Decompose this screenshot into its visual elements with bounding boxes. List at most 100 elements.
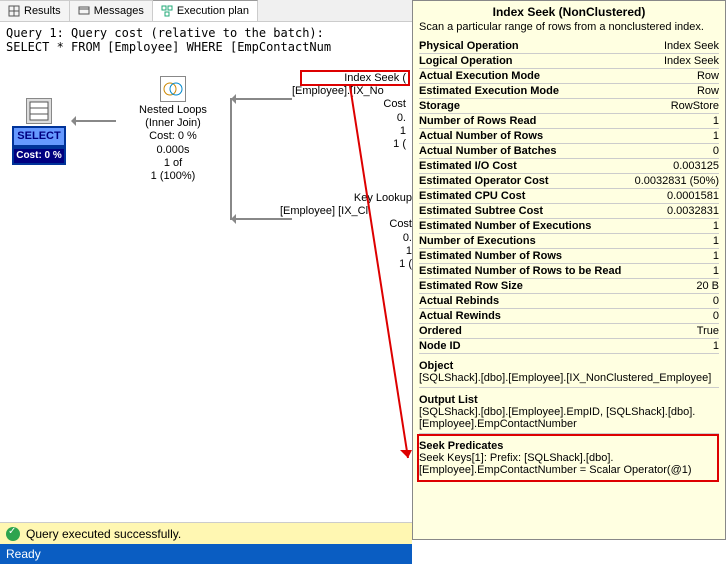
- tooltip-row: StorageRowStore: [419, 99, 719, 114]
- tooltip-prop-value: 0: [631, 309, 719, 324]
- tooltip-row: Actual Number of Rows1: [419, 129, 719, 144]
- plan-icon: [161, 5, 173, 17]
- tab-messages[interactable]: Messages: [70, 0, 153, 21]
- tooltip-row: Actual Number of Batches0: [419, 144, 719, 159]
- tooltip-prop-name: Actual Number of Rows: [419, 129, 631, 144]
- tooltip-row: Number of Executions1: [419, 234, 719, 249]
- operator-tooltip: Index Seek (NonClustered) Scan a particu…: [412, 0, 726, 540]
- tooltip-row: Actual Rewinds0: [419, 309, 719, 324]
- tooltip-prop-value: 0.0032831: [631, 204, 719, 219]
- tooltip-row: Estimated Row Size20 B: [419, 279, 719, 294]
- tooltip-prop-name: Actual Rewinds: [419, 309, 631, 324]
- node-line: 1 (: [280, 258, 412, 271]
- plan-node-index-seek[interactable]: Index Seek ( [Employee].[IX_No Cost 0. 1…: [292, 72, 412, 151]
- tooltip-prop-name: Estimated Number of Executions: [419, 219, 631, 234]
- tooltip-prop-value: 1: [631, 129, 719, 144]
- tooltip-row: Estimated Execution ModeRow: [419, 84, 719, 99]
- plan-node-nested-loops[interactable]: Nested Loops (Inner Join) Cost: 0 % 0.00…: [118, 76, 228, 183]
- node-line: (Inner Join): [118, 117, 228, 130]
- tooltip-output-body: [SQLShack].[dbo].[Employee].EmpID, [SQLS…: [419, 406, 719, 434]
- tooltip-row: Estimated Number of Rows1: [419, 249, 719, 264]
- success-icon: [6, 527, 20, 541]
- tooltip-prop-name: Number of Executions: [419, 234, 631, 249]
- ready-text: Ready: [6, 547, 41, 561]
- tooltip-properties-table: Physical OperationIndex SeekLogical Oper…: [419, 39, 719, 354]
- tooltip-prop-name: Physical Operation: [419, 39, 631, 54]
- tooltip-row: Actual Rebinds0: [419, 294, 719, 309]
- node-line: [Employee].[IX_No: [292, 85, 412, 98]
- tooltip-prop-name: Estimated Subtree Cost: [419, 204, 631, 219]
- node-line: 1 (: [292, 138, 412, 151]
- table-icon: [26, 98, 52, 124]
- tooltip-row: Actual Execution ModeRow: [419, 69, 719, 84]
- select-label: SELECT: [12, 126, 66, 147]
- tab-label: Results: [24, 5, 61, 17]
- tab-execution-plan[interactable]: Execution plan: [153, 0, 258, 21]
- tooltip-object-body: [SQLShack].[dbo].[Employee].[IX_NonClust…: [419, 372, 719, 388]
- tooltip-prop-name: Estimated Number of Rows: [419, 249, 631, 264]
- tooltip-row: Number of Rows Read1: [419, 114, 719, 129]
- grid-icon: [8, 5, 20, 17]
- node-line: Index Seek (: [292, 72, 412, 85]
- tooltip-prop-value: 1: [631, 114, 719, 129]
- node-line: 1: [280, 245, 412, 258]
- plan-node-select[interactable]: SELECT Cost: 0 %: [12, 98, 66, 165]
- tooltip-prop-name: Estimated Row Size: [419, 279, 631, 294]
- tooltip-prop-value: 1: [631, 249, 719, 264]
- plan-node-key-lookup[interactable]: Key Lookup [Employee] [IX_Cl Cost 0. 1 1…: [280, 192, 412, 271]
- tab-label: Execution plan: [177, 5, 249, 17]
- tooltip-prop-name: Estimated Number of Rows to be Read: [419, 264, 631, 279]
- tooltip-row: Estimated Subtree Cost0.0032831: [419, 204, 719, 219]
- tooltip-title: Index Seek (NonClustered): [419, 5, 719, 19]
- tooltip-prop-value: Index Seek: [631, 39, 719, 54]
- tooltip-row: Estimated Number of Rows to be Read1: [419, 264, 719, 279]
- tooltip-row: Estimated Number of Executions1: [419, 219, 719, 234]
- node-line: 0.: [280, 232, 412, 245]
- tooltip-object-head: Object: [419, 360, 719, 372]
- tooltip-prop-value: 1: [631, 219, 719, 234]
- tooltip-prop-name: Actual Number of Batches: [419, 144, 631, 159]
- ready-bar: Ready: [0, 544, 412, 564]
- select-cost: Cost: 0 %: [12, 147, 66, 165]
- status-text: Query executed successfully.: [26, 527, 181, 541]
- tooltip-prop-name: Node ID: [419, 339, 631, 354]
- tooltip-seek-body: Seek Keys[1]: Prefix: [SQLShack].[dbo].[…: [419, 452, 719, 479]
- tooltip-row: Estimated I/O Cost0.003125: [419, 159, 719, 174]
- plan-arrow-elbow: [230, 98, 232, 220]
- tooltip-prop-value: 0: [631, 144, 719, 159]
- tooltip-prop-value: 0.0032831 (50%): [631, 174, 719, 189]
- message-icon: [78, 5, 90, 17]
- tooltip-row: Physical OperationIndex Seek: [419, 39, 719, 54]
- tooltip-prop-name: Estimated Operator Cost: [419, 174, 631, 189]
- tooltip-prop-value: Row: [631, 69, 719, 84]
- tooltip-prop-value: 1: [631, 339, 719, 354]
- tooltip-row: Logical OperationIndex Seek: [419, 54, 719, 69]
- tooltip-prop-name: Estimated Execution Mode: [419, 84, 631, 99]
- node-line: [Employee] [IX_Cl: [280, 205, 412, 218]
- status-bar: Query executed successfully.: [0, 522, 412, 544]
- node-line: Nested Loops: [118, 104, 228, 117]
- tooltip-row: Node ID1: [419, 339, 719, 354]
- tab-label: Messages: [94, 5, 144, 17]
- node-line: 0.: [292, 112, 412, 125]
- tab-results[interactable]: Results: [0, 0, 70, 21]
- tooltip-output-head: Output List: [419, 394, 719, 406]
- node-line: Cost: 0 %: [118, 130, 228, 143]
- tooltip-prop-value: RowStore: [631, 99, 719, 114]
- tooltip-description: Scan a particular range of rows from a n…: [419, 21, 719, 33]
- tooltip-prop-value: Row: [631, 84, 719, 99]
- tooltip-prop-value: True: [631, 324, 719, 339]
- tooltip-prop-name: Storage: [419, 99, 631, 114]
- tooltip-prop-value: 0.003125: [631, 159, 719, 174]
- tooltip-prop-value: 0: [631, 294, 719, 309]
- node-line: 0.000s: [118, 144, 228, 157]
- plan-arrow: [72, 120, 116, 122]
- node-line: Key Lookup: [280, 192, 412, 205]
- tooltip-prop-value: Index Seek: [631, 54, 719, 69]
- tooltip-prop-value: 1: [631, 234, 719, 249]
- tooltip-prop-name: Actual Rebinds: [419, 294, 631, 309]
- tooltip-prop-value: 0.0001581: [631, 189, 719, 204]
- tooltip-prop-name: Number of Rows Read: [419, 114, 631, 129]
- tooltip-row: Estimated CPU Cost0.0001581: [419, 189, 719, 204]
- tooltip-seek-head: Seek Predicates: [419, 440, 719, 452]
